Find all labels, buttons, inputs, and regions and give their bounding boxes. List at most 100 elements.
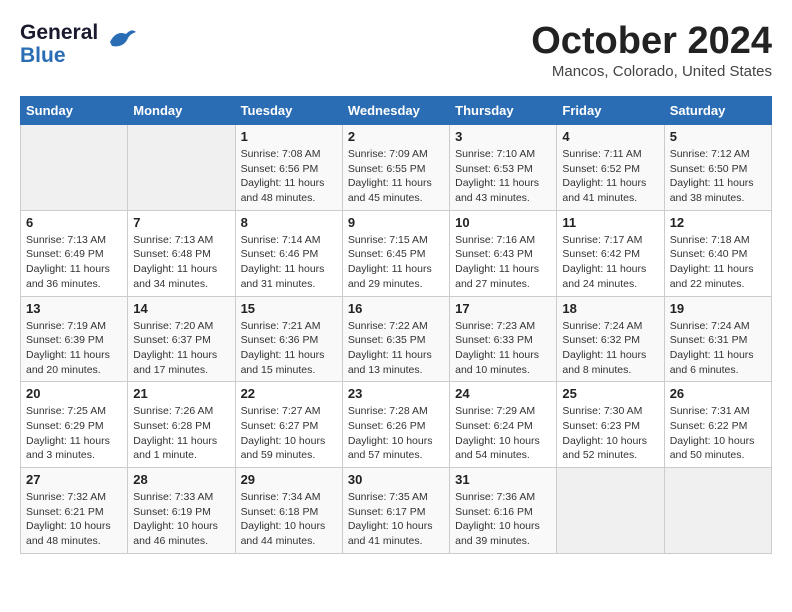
day-number: 27 <box>26 472 122 487</box>
day-number: 8 <box>241 215 337 230</box>
calendar-cell: 4 Sunrise: 7:11 AMSunset: 6:52 PMDaylight… <box>557 125 664 211</box>
day-number: 7 <box>133 215 229 230</box>
weekday-header-row: SundayMondayTuesdayWednesdayThursdayFrid… <box>21 97 772 125</box>
day-info: Sunrise: 7:21 AMSunset: 6:36 PMDaylight:… <box>241 319 337 378</box>
weekday-header-friday: Friday <box>557 97 664 125</box>
calendar-cell: 18 Sunrise: 7:24 AMSunset: 6:32 PMDayligh… <box>557 296 664 382</box>
day-number: 22 <box>241 386 337 401</box>
day-info: Sunrise: 7:28 AMSunset: 6:26 PMDaylight:… <box>348 404 444 463</box>
week-row-2: 6 Sunrise: 7:13 AMSunset: 6:49 PMDaylight… <box>21 210 772 296</box>
week-row-3: 13 Sunrise: 7:19 AMSunset: 6:39 PMDayligh… <box>21 296 772 382</box>
calendar-cell: 21 Sunrise: 7:26 AMSunset: 6:28 PMDayligh… <box>128 382 235 468</box>
calendar-cell: 7 Sunrise: 7:13 AMSunset: 6:48 PMDaylight… <box>128 210 235 296</box>
day-number: 4 <box>562 129 658 144</box>
day-info: Sunrise: 7:27 AMSunset: 6:27 PMDaylight:… <box>241 404 337 463</box>
calendar-cell: 10 Sunrise: 7:16 AMSunset: 6:43 PMDayligh… <box>450 210 557 296</box>
month-title: October 2024 <box>531 20 772 63</box>
calendar-cell: 29 Sunrise: 7:34 AMSunset: 6:18 PMDayligh… <box>235 468 342 554</box>
weekday-header-tuesday: Tuesday <box>235 97 342 125</box>
calendar-cell: 9 Sunrise: 7:15 AMSunset: 6:45 PMDaylight… <box>342 210 449 296</box>
day-number: 5 <box>670 129 766 144</box>
day-number: 15 <box>241 301 337 316</box>
calendar-cell: 24 Sunrise: 7:29 AMSunset: 6:24 PMDayligh… <box>450 382 557 468</box>
calendar-cell: 14Sunrise: 7:20 AMSunset: 6:37 PMDayligh… <box>128 296 235 382</box>
day-number: 31 <box>455 472 551 487</box>
day-number: 24 <box>455 386 551 401</box>
day-info: Sunrise: 7:15 AMSunset: 6:45 PMDaylight:… <box>348 233 444 292</box>
day-info: Sunrise: 7:34 AMSunset: 6:18 PMDaylight:… <box>241 490 337 549</box>
calendar-cell: 12Sunrise: 7:18 AMSunset: 6:40 PMDayligh… <box>664 210 771 296</box>
calendar-cell: 13 Sunrise: 7:19 AMSunset: 6:39 PMDayligh… <box>21 296 128 382</box>
day-info: Sunrise: 7:09 AMSunset: 6:55 PMDaylight:… <box>348 147 444 206</box>
day-number: 19 <box>670 301 766 316</box>
calendar-cell: 27 Sunrise: 7:32 AMSunset: 6:21 PMDayligh… <box>21 468 128 554</box>
weekday-header-saturday: Saturday <box>664 97 771 125</box>
weekday-header-thursday: Thursday <box>450 97 557 125</box>
day-info: Sunrise: 7:24 AMSunset: 6:32 PMDaylight:… <box>562 319 658 378</box>
day-info: Sunrise: 7:13 AMSunset: 6:48 PMDaylight:… <box>133 233 229 292</box>
day-info: Sunrise: 7:29 AMSunset: 6:24 PMDaylight:… <box>455 404 551 463</box>
day-number: 23 <box>348 386 444 401</box>
calendar-cell: 2 Sunrise: 7:09 AMSunset: 6:55 PMDaylight… <box>342 125 449 211</box>
calendar-cell: 5 Sunrise: 7:12 AMSunset: 6:50 PMDaylight… <box>664 125 771 211</box>
calendar-cell: 8 Sunrise: 7:14 AMSunset: 6:46 PMDaylight… <box>235 210 342 296</box>
weekday-header-monday: Monday <box>128 97 235 125</box>
day-info: Sunrise: 7:11 AMSunset: 6:52 PMDaylight:… <box>562 147 658 206</box>
calendar-cell: 20 Sunrise: 7:25 AMSunset: 6:29 PMDayligh… <box>21 382 128 468</box>
day-info: Sunrise: 7:16 AMSunset: 6:43 PMDaylight:… <box>455 233 551 292</box>
day-info: Sunrise: 7:17 AMSunset: 6:42 PMDaylight:… <box>562 233 658 292</box>
calendar-cell: 31 Sunrise: 7:36 AMSunset: 6:16 PMDayligh… <box>450 468 557 554</box>
day-info: Sunrise: 7:19 AMSunset: 6:39 PMDaylight:… <box>26 319 122 378</box>
week-row-4: 20 Sunrise: 7:25 AMSunset: 6:29 PMDayligh… <box>21 382 772 468</box>
day-number: 25 <box>562 386 658 401</box>
calendar-table: SundayMondayTuesdayWednesdayThursdayFrid… <box>20 96 772 554</box>
day-number: 28 <box>133 472 229 487</box>
day-info: Sunrise: 7:24 AMSunset: 6:31 PMDaylight:… <box>670 319 766 378</box>
day-number: 11 <box>562 215 658 230</box>
week-row-5: 27 Sunrise: 7:32 AMSunset: 6:21 PMDayligh… <box>21 468 772 554</box>
day-number: 6 <box>26 215 122 230</box>
day-info: Sunrise: 7:13 AMSunset: 6:49 PMDaylight:… <box>26 233 122 292</box>
day-info: Sunrise: 7:18 AMSunset: 6:40 PMDaylight:… <box>670 233 766 292</box>
location: Mancos, Colorado, United States <box>531 63 772 80</box>
day-info: Sunrise: 7:25 AMSunset: 6:29 PMDaylight:… <box>26 404 122 463</box>
calendar-cell: 23 Sunrise: 7:28 AMSunset: 6:26 PMDayligh… <box>342 382 449 468</box>
day-info: Sunrise: 7:14 AMSunset: 6:46 PMDaylight:… <box>241 233 337 292</box>
day-info: Sunrise: 7:22 AMSunset: 6:35 PMDaylight:… <box>348 319 444 378</box>
calendar-cell: 17Sunrise: 7:23 AMSunset: 6:33 PMDayligh… <box>450 296 557 382</box>
day-number: 2 <box>348 129 444 144</box>
calendar-cell: 3Sunrise: 7:10 AMSunset: 6:53 PMDaylight… <box>450 125 557 211</box>
day-number: 21 <box>133 386 229 401</box>
calendar-cell <box>664 468 771 554</box>
weekday-header-sunday: Sunday <box>21 97 128 125</box>
day-info: Sunrise: 7:10 AMSunset: 6:53 PMDaylight:… <box>455 147 551 206</box>
day-number: 29 <box>241 472 337 487</box>
day-info: Sunrise: 7:12 AMSunset: 6:50 PMDaylight:… <box>670 147 766 206</box>
day-number: 10 <box>455 215 551 230</box>
calendar-cell: 19 Sunrise: 7:24 AMSunset: 6:31 PMDayligh… <box>664 296 771 382</box>
calendar-cell: 11 Sunrise: 7:17 AMSunset: 6:42 PMDayligh… <box>557 210 664 296</box>
logo-line1: General <box>20 21 98 44</box>
day-info: Sunrise: 7:26 AMSunset: 6:28 PMDaylight:… <box>133 404 229 463</box>
logo-line2: Blue <box>20 44 98 67</box>
day-number: 13 <box>26 301 122 316</box>
logo-bird-icon <box>102 20 140 66</box>
day-info: Sunrise: 7:32 AMSunset: 6:21 PMDaylight:… <box>26 490 122 549</box>
weekday-header-wednesday: Wednesday <box>342 97 449 125</box>
calendar-cell <box>557 468 664 554</box>
day-number: 30 <box>348 472 444 487</box>
logo: General Blue <box>20 20 140 68</box>
day-info: Sunrise: 7:08 AMSunset: 6:56 PMDaylight:… <box>241 147 337 206</box>
calendar-cell: 22 Sunrise: 7:27 AMSunset: 6:27 PMDayligh… <box>235 382 342 468</box>
calendar-cell: 25Sunrise: 7:30 AMSunset: 6:23 PMDayligh… <box>557 382 664 468</box>
calendar-cell: 28 Sunrise: 7:33 AMSunset: 6:19 PMDayligh… <box>128 468 235 554</box>
calendar-cell: 26 Sunrise: 7:31 AMSunset: 6:22 PMDayligh… <box>664 382 771 468</box>
day-info: Sunrise: 7:31 AMSunset: 6:22 PMDaylight:… <box>670 404 766 463</box>
day-info: Sunrise: 7:36 AMSunset: 6:16 PMDaylight:… <box>455 490 551 549</box>
day-number: 20 <box>26 386 122 401</box>
week-row-1: 1Sunrise: 7:08 AMSunset: 6:56 PMDaylight… <box>21 125 772 211</box>
day-number: 18 <box>562 301 658 316</box>
day-info: Sunrise: 7:33 AMSunset: 6:19 PMDaylight:… <box>133 490 229 549</box>
day-number: 9 <box>348 215 444 230</box>
day-number: 26 <box>670 386 766 401</box>
